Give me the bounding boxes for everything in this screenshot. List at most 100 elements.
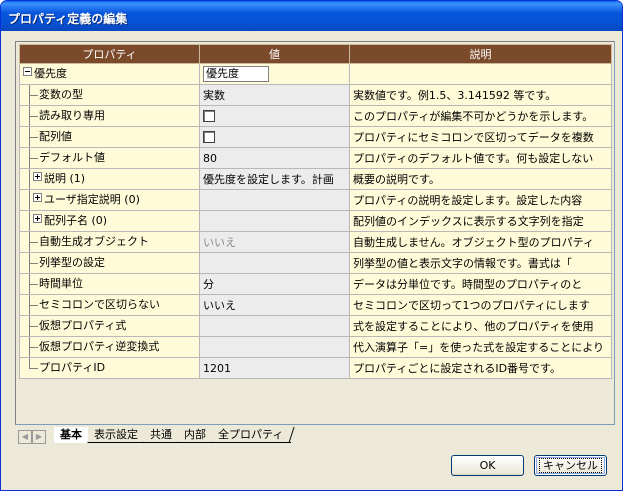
- array-value-checkbox[interactable]: [203, 131, 215, 143]
- tab-strip: ◀ ▶ 基本 表示設定 共通 内部 全プロパティ: [16, 427, 614, 445]
- property-name-cell[interactable]: 変数の型: [19, 84, 200, 106]
- property-value-cell[interactable]: いいえ: [199, 231, 350, 253]
- table-row[interactable]: 変数の型 実数 実数値です。例1.5、3.141592 等です。: [19, 84, 612, 106]
- expand-icon[interactable]: [33, 192, 42, 202]
- property-name-cell[interactable]: セミコロンで区切らない: [19, 294, 200, 316]
- property-value-cell[interactable]: [199, 189, 350, 211]
- property-name: 変数の型: [39, 88, 83, 101]
- tree-line-icon: [23, 295, 39, 315]
- property-name: 仮想プロパティ逆変換式: [39, 340, 160, 353]
- tab-internal[interactable]: 内部: [178, 427, 214, 443]
- property-grid-frame: プロパティ 値 説明 優先度 優先度 変数の型 実数 実数値です。例1.5、3.…: [15, 41, 615, 425]
- property-value-cell[interactable]: [199, 315, 350, 337]
- property-value-cell[interactable]: [199, 105, 350, 127]
- tree-line-icon: [23, 358, 39, 378]
- property-desc-cell: 式を設定することにより、他のプロパティを使用: [349, 315, 612, 337]
- dialog-client-area: プロパティ 値 説明 優先度 優先度 変数の型 実数 実数値です。例1.5、3.…: [4, 31, 619, 488]
- property-name: 自動生成オブジェクト: [39, 235, 149, 248]
- tab-scroll-right-icon[interactable]: ▶: [32, 430, 46, 444]
- property-name: セミコロンで区切らない: [39, 298, 160, 311]
- property-name-cell[interactable]: 自動生成オブジェクト: [19, 231, 200, 253]
- property-name-cell[interactable]: 仮想プロパティ式: [19, 315, 200, 337]
- tree-line-icon: [23, 190, 33, 210]
- tab-all-properties[interactable]: 全プロパティ: [212, 427, 292, 443]
- property-value-cell[interactable]: [199, 126, 350, 148]
- cancel-button[interactable]: キャンセル: [534, 455, 607, 476]
- property-value-cell[interactable]: [199, 336, 350, 358]
- column-header-description[interactable]: 説明: [349, 44, 612, 64]
- property-value-cell[interactable]: いいえ: [199, 294, 350, 316]
- tree-line-icon: [23, 106, 39, 126]
- tab-basic[interactable]: 基本: [54, 427, 90, 443]
- property-name-cell[interactable]: 時間単位: [19, 273, 200, 295]
- tree-line-icon: [23, 253, 39, 273]
- property-value-cell[interactable]: 80: [199, 147, 350, 169]
- table-row[interactable]: 仮想プロパティ式 式を設定することにより、他のプロパティを使用: [19, 315, 612, 337]
- expand-icon[interactable]: [33, 213, 42, 223]
- property-name-cell[interactable]: プロパティID: [19, 357, 200, 379]
- property-name: 時間単位: [39, 277, 83, 290]
- property-name-cell[interactable]: 仮想プロパティ逆変換式: [19, 336, 200, 358]
- tree-line-icon: [23, 232, 39, 252]
- property-name: 優先度: [34, 67, 67, 80]
- table-row[interactable]: デフォルト値 80 プロパティのデフォルト値です。何も設定しない: [19, 147, 612, 169]
- property-name: デフォルト値: [39, 151, 105, 164]
- property-name-cell[interactable]: 配列値: [19, 126, 200, 148]
- tab-scroll-left-icon[interactable]: ◀: [18, 430, 32, 444]
- property-desc-cell: プロパティごとに設定されるID番号です。: [349, 357, 612, 379]
- table-row[interactable]: 列挙型の設定 列挙型の値と表示文字の情報です。書式は「: [19, 252, 612, 274]
- property-name-cell[interactable]: 優先度: [19, 63, 200, 85]
- ok-button[interactable]: OK: [451, 455, 524, 476]
- property-desc-cell: 代入演算子「=」を使った式を設定することにより: [349, 336, 612, 358]
- table-row[interactable]: 配列子名 (0) 配列値のインデックスに表示する文字列を指定: [19, 210, 612, 232]
- table-row[interactable]: セミコロンで区切らない いいえ セミコロンで区切って1つのプロパティにします: [19, 294, 612, 316]
- tree-line-icon: [23, 127, 39, 147]
- grid-header-row: プロパティ 値 説明: [19, 44, 612, 64]
- property-name-cell[interactable]: ユーザ指定説明 (0): [19, 189, 200, 211]
- property-name: 配列値: [39, 130, 72, 143]
- property-name-cell[interactable]: 説明 (1): [19, 168, 200, 190]
- property-name-cell[interactable]: 列挙型の設定: [19, 252, 200, 274]
- table-row[interactable]: 自動生成オブジェクト いいえ 自動生成しません。オブジェクト型のプロパティ: [19, 231, 612, 253]
- property-value-cell[interactable]: [199, 210, 350, 232]
- tree-line-icon: [23, 316, 39, 336]
- property-desc-cell: プロパティにセミコロンで区切ってデータを複数: [349, 126, 612, 148]
- property-value-editor[interactable]: 優先度: [203, 66, 269, 82]
- property-desc-cell: このプロパティが編集不可かどうかを示します。: [349, 105, 612, 127]
- property-value-cell[interactable]: [199, 252, 350, 274]
- property-grid: プロパティ 値 説明 優先度 優先度 変数の型 実数 実数値です。例1.5、3.…: [19, 44, 612, 379]
- table-row[interactable]: 配列値 プロパティにセミコロンで区切ってデータを複数: [19, 126, 612, 148]
- property-name: 説明 (1): [44, 172, 86, 185]
- property-value-cell[interactable]: 1201: [199, 357, 350, 379]
- table-row[interactable]: 仮想プロパティ逆変換式 代入演算子「=」を使った式を設定することにより: [19, 336, 612, 358]
- expand-icon[interactable]: [33, 171, 42, 181]
- tab-display-settings[interactable]: 表示設定: [88, 427, 146, 443]
- property-name-cell[interactable]: 読み取り専用: [19, 105, 200, 127]
- property-name-cell[interactable]: デフォルト値: [19, 147, 200, 169]
- table-row[interactable]: 説明 (1) 優先度を設定します。計画 概要の説明です。: [19, 168, 612, 190]
- property-name-cell[interactable]: 配列子名 (0): [19, 210, 200, 232]
- property-value-cell[interactable]: 実数: [199, 84, 350, 106]
- property-value-cell[interactable]: 優先度を設定します。計画: [199, 168, 350, 190]
- table-row[interactable]: 読み取り専用 このプロパティが編集不可かどうかを示します。: [19, 105, 612, 127]
- tab-common[interactable]: 共通: [144, 427, 180, 443]
- tree-line-icon: [23, 274, 39, 294]
- table-row[interactable]: プロパティID 1201 プロパティごとに設定されるID番号です。: [19, 357, 612, 379]
- table-row[interactable]: ユーザ指定説明 (0) プロパティの説明を設定します。設定した内容: [19, 189, 612, 211]
- property-desc-cell: プロパティの説明を設定します。設定した内容: [349, 189, 612, 211]
- tree-line-icon: [23, 85, 39, 105]
- table-row[interactable]: 優先度 優先度: [19, 63, 612, 85]
- readonly-checkbox[interactable]: [203, 110, 215, 122]
- property-name: 配列子名 (0): [44, 214, 108, 227]
- property-value-cell[interactable]: 優先度: [199, 63, 350, 85]
- column-header-value[interactable]: 値: [199, 44, 350, 64]
- property-desc-cell: プロパティのデフォルト値です。何も設定しない: [349, 147, 612, 169]
- property-definition-dialog: プロパティ定義の編集 プロパティ 値 説明 優先度 優先度 変数の型 実数 実数…: [0, 0, 623, 491]
- column-header-property[interactable]: プロパティ: [19, 44, 200, 64]
- tab-scroll-buttons: ◀ ▶: [18, 429, 50, 444]
- property-value-cell[interactable]: 分: [199, 273, 350, 295]
- tree-line-icon: [23, 148, 39, 168]
- table-row[interactable]: 時間単位 分 データは分単位です。時間型のプロパティのと: [19, 273, 612, 295]
- collapse-icon[interactable]: [23, 66, 32, 76]
- property-name: プロパティID: [39, 361, 106, 374]
